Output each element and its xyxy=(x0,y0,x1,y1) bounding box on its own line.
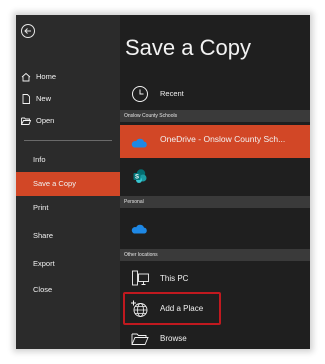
sidebar-item-label: Info xyxy=(33,155,46,164)
location-label: Browse xyxy=(160,334,187,343)
sidebar-item-print[interactable]: Print xyxy=(16,196,120,220)
backstage-window: Home New Open Info Save a Copy Print Sha… xyxy=(16,15,310,349)
section-header-personal: Personal xyxy=(120,196,310,208)
section-header-other: Other locations xyxy=(120,249,310,261)
computer-icon xyxy=(132,270,149,286)
clock-icon xyxy=(132,86,148,102)
sidebar-item-label: Print xyxy=(33,203,49,212)
sidebar-item-info[interactable]: Info xyxy=(16,148,120,172)
home-icon xyxy=(21,72,31,82)
location-recent[interactable]: Recent xyxy=(120,81,310,107)
sidebar-divider xyxy=(24,140,112,141)
back-arrow-icon[interactable] xyxy=(20,23,36,39)
sidebar-item-share[interactable]: Share xyxy=(16,224,120,248)
sidebar-item-label: Save a Copy xyxy=(33,179,76,188)
sidebar-item-label: Share xyxy=(33,231,54,240)
location-onedrive-personal[interactable] xyxy=(120,212,310,242)
onedrive-cloud-icon xyxy=(131,224,147,234)
sidebar-item-open[interactable]: Open xyxy=(16,109,120,133)
section-header-org: Onslow County Schools xyxy=(120,110,310,122)
sidebar-item-save-a-copy[interactable]: Save a Copy xyxy=(16,172,120,196)
page-title: Save a Copy xyxy=(125,35,251,60)
location-sharepoint[interactable]: S xyxy=(120,163,310,189)
svg-text:S: S xyxy=(135,175,139,181)
location-label: OneDrive - Onslow County Sch... xyxy=(160,134,286,144)
folder-open-icon xyxy=(21,117,32,125)
sidebar-item-label: Open xyxy=(36,116,55,125)
sidebar-item-export[interactable]: Export xyxy=(16,252,120,276)
sidebar-item-home[interactable]: Home xyxy=(16,65,120,89)
location-browse[interactable]: Browse xyxy=(120,327,310,349)
backstage-sidebar: Home New Open Info Save a Copy Print Sha… xyxy=(16,15,120,349)
sidebar-item-label: Export xyxy=(33,259,55,268)
sidebar-item-label: Close xyxy=(33,285,53,294)
sharepoint-icon: S xyxy=(133,169,147,183)
location-label: Recent xyxy=(160,89,184,98)
new-document-icon xyxy=(22,94,30,104)
location-onedrive-org[interactable]: OneDrive - Onslow County Sch... xyxy=(120,125,310,158)
sidebar-item-label: Home xyxy=(36,72,57,81)
highlight-annotation xyxy=(123,292,221,325)
onedrive-cloud-icon xyxy=(131,138,147,148)
folder-browse-icon xyxy=(131,333,149,345)
sidebar-item-new[interactable]: New xyxy=(16,87,120,111)
sidebar-item-label: New xyxy=(36,94,52,103)
save-a-copy-pane: Save a Copy Recent Onslow County Schools… xyxy=(120,15,310,349)
location-this-pc[interactable]: This PC xyxy=(120,265,310,293)
sidebar-item-close[interactable]: Close xyxy=(16,278,120,302)
location-label: This PC xyxy=(160,274,189,283)
